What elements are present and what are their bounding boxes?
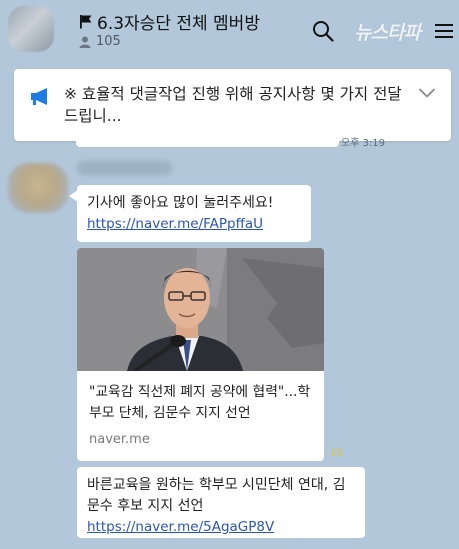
message-bubble[interactable]: 기사에 좋아요 많이 눌러주세요! https://naver.me/FAPpf…	[77, 185, 311, 242]
sender-name-blurred	[77, 161, 172, 175]
message-bubble[interactable]: 바른교육을 원하는 학부모 시민단체 연대, 김문수 후보 지지 선언 http…	[77, 467, 365, 538]
room-title: 6.3자승단 전체 멤버방	[97, 14, 260, 34]
room-title-row: 6.3자승단 전체 멤버방	[79, 9, 260, 34]
unread-count: 15	[330, 448, 343, 459]
chevron-down-icon[interactable]	[418, 87, 436, 99]
chat-header: 6.3자승단 전체 멤버방 105 뉴스타파	[0, 0, 459, 62]
member-count: 105	[96, 34, 121, 49]
message-link[interactable]: https://naver.me/FAPpffaU	[87, 214, 273, 235]
message-body: 기사에 좋아요 많이 눌러주세요!	[87, 195, 274, 211]
message-time: 오후 3:19	[341, 138, 386, 149]
notice-text: ※ 효율적 댓글작업 진행 위해 공지사항 몇 가지 전달드립니...	[64, 85, 402, 125]
member-count-row[interactable]: 105	[79, 34, 121, 49]
person-icon	[79, 36, 91, 48]
message-text: 기사에 좋아요 많이 눌러주세요! https://naver.me/FAPpf…	[87, 193, 273, 235]
menu-icon[interactable]	[434, 22, 454, 40]
preview-image	[77, 248, 324, 371]
megaphone-icon	[31, 88, 47, 105]
flag-icon	[80, 15, 92, 29]
preview-domain: naver.me	[89, 432, 150, 447]
search-icon[interactable]	[312, 20, 334, 42]
message-body: 바른교육을 원하는 학부모 시민단체 연대, 김문수 후보 지지 선언	[87, 477, 346, 514]
room-avatar[interactable]	[8, 6, 54, 52]
previous-message-bubble[interactable]	[76, 130, 339, 147]
link-preview-card[interactable]: "교육감 직선제 폐지 공약에 협력"...학부모 단체, 김문수 지지 선언 …	[77, 248, 324, 461]
message-link[interactable]: https://naver.me/5AgaGP8V	[87, 517, 357, 538]
preview-title: "교육감 직선제 폐지 공약에 협력"...학부모 단체, 김문수 지지 선언	[89, 384, 311, 421]
watermark-logo: 뉴스타파	[354, 22, 421, 44]
sender-avatar[interactable]	[8, 163, 68, 213]
message-text: 바른교육을 원하는 학부모 시민단체 연대, 김문수 후보 지지 선언 http…	[87, 475, 357, 538]
